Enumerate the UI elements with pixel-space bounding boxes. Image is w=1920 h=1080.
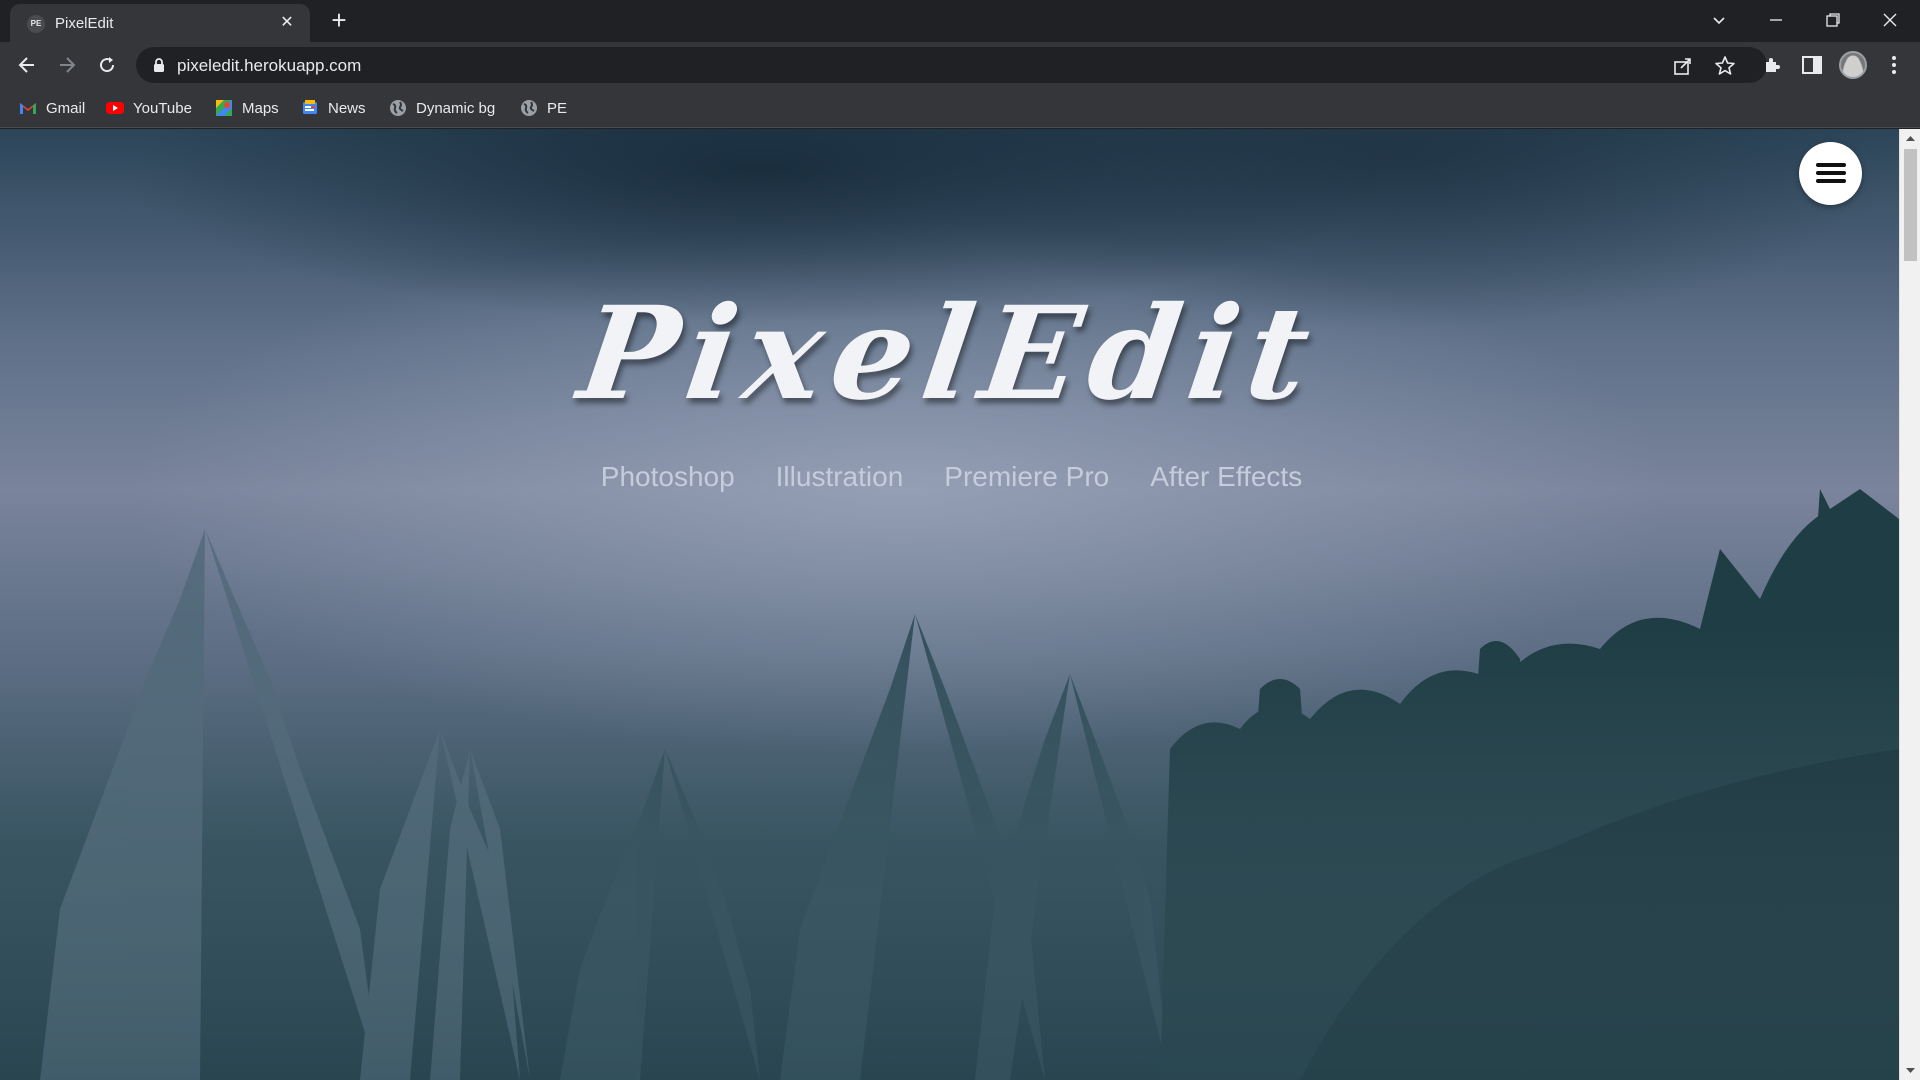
back-arrow-icon	[18, 57, 34, 73]
youtube-icon	[106, 102, 124, 114]
maps-icon	[216, 100, 232, 116]
more-menu-icon[interactable]	[1882, 53, 1906, 77]
restore-icon[interactable]	[1804, 0, 1861, 40]
page-viewport: PixelEdit Photoshop Illustration Premier…	[0, 129, 1899, 1080]
address-bar[interactable]: pixeledit.herokuapp.com	[136, 47, 1767, 83]
scroll-down-icon[interactable]	[1904, 1063, 1917, 1077]
pixeledit-favicon-icon: PE	[27, 15, 45, 33]
bookmark-maps[interactable]: Maps	[215, 97, 279, 119]
forward-arrow-icon	[60, 57, 76, 73]
hamburger-line	[1816, 171, 1846, 175]
bookmark-dynamic-bg[interactable]: Dynamic bg	[389, 97, 495, 119]
main-nav: Photoshop Illustration Premiere Pro Afte…	[0, 461, 1899, 493]
share-icon[interactable]	[1672, 55, 1694, 77]
bookmark-pe[interactable]: PE	[520, 97, 567, 119]
nav-link-illustration[interactable]: Illustration	[776, 461, 904, 493]
close-tab-icon[interactable]: ✕	[276, 12, 298, 34]
bookmark-youtube[interactable]: YouTube	[106, 97, 192, 119]
bookmark-label: PE	[547, 99, 568, 117]
tab-strip: PE PixelEdit ✕ +	[0, 0, 1920, 42]
lock-icon	[154, 58, 164, 72]
url-text: pixeledit.herokuapp.com	[177, 56, 362, 75]
new-tab-button[interactable]: +	[324, 6, 354, 36]
reload-button[interactable]	[90, 48, 124, 82]
bookmark-news[interactable]: News	[301, 97, 366, 119]
reload-icon	[100, 57, 115, 73]
news-icon	[303, 100, 317, 114]
minimize-icon[interactable]	[1747, 0, 1804, 40]
nav-link-photoshop[interactable]: Photoshop	[601, 461, 735, 493]
close-window-icon[interactable]	[1861, 0, 1918, 40]
bookmark-label: Dynamic bg	[416, 99, 496, 117]
globe-icon	[390, 100, 406, 116]
scrollbar-thumb[interactable]	[1904, 149, 1917, 261]
hamburger-menu-button[interactable]	[1799, 142, 1862, 205]
hamburger-line	[1816, 179, 1846, 183]
site-logo-title: PixelEdit	[570, 279, 1329, 429]
profile-avatar[interactable]	[1839, 51, 1867, 79]
gmail-icon	[20, 103, 36, 114]
bookmark-label: Maps	[242, 99, 279, 117]
bookmark-label: YouTube	[133, 99, 192, 117]
back-button[interactable]	[10, 48, 44, 82]
side-panel-icon[interactable]	[1800, 53, 1824, 77]
tab-title: PixelEdit	[55, 15, 114, 32]
bookmarks-bar: Gmail YouTube Maps News Dynamic bg PE	[0, 88, 1920, 128]
browser-tab-pixeledit[interactable]: PE PixelEdit ✕	[10, 4, 310, 42]
browser-toolbar: pixeledit.herokuapp.com	[0, 42, 1920, 88]
bookmark-gmail[interactable]: Gmail	[19, 97, 85, 119]
extensions-puzzle-icon[interactable]	[1761, 53, 1785, 77]
forward-button[interactable]	[50, 48, 84, 82]
hamburger-line	[1816, 163, 1846, 167]
bookmark-star-icon[interactable]	[1714, 55, 1736, 77]
page-scrollbar[interactable]	[1899, 129, 1920, 1080]
globe-icon	[521, 100, 537, 116]
forest-background-image	[0, 489, 1899, 1080]
bookmark-label: Gmail	[46, 99, 86, 117]
nav-link-after-effects[interactable]: After Effects	[1150, 461, 1302, 493]
tab-search-icon[interactable]	[1690, 0, 1747, 40]
bookmark-label: News	[328, 99, 366, 117]
nav-link-premiere-pro[interactable]: Premiere Pro	[944, 461, 1109, 493]
scroll-up-icon[interactable]	[1904, 132, 1917, 146]
